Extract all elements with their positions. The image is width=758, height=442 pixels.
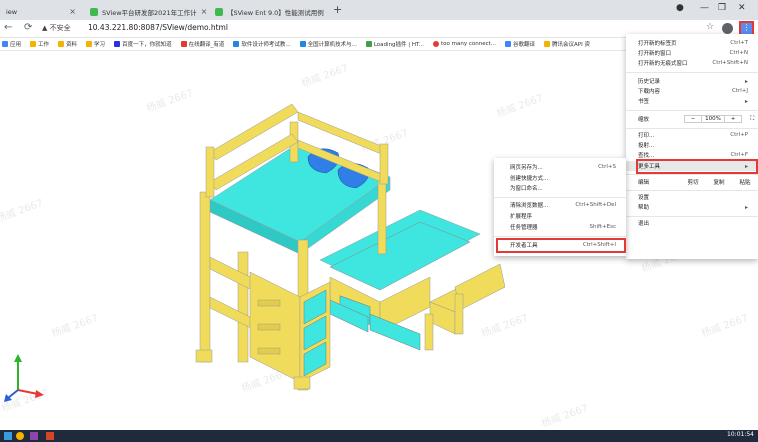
bookmark-item[interactable]: 学习	[86, 40, 105, 48]
address-bar[interactable]: 10.43.221.80:8087/SView/demo.html	[88, 23, 228, 32]
folder-icon	[86, 41, 93, 47]
zoom-out-button[interactable]: −	[684, 115, 702, 123]
submenu-item-task-manager[interactable]: 任务管理器 Shift+Esc	[494, 222, 626, 232]
profile-icon[interactable]: ●	[676, 3, 684, 13]
minimize-button[interactable]: —	[700, 3, 709, 13]
chevron-right-icon: ▸	[744, 203, 748, 211]
tab-label: SView平台研发部2021年工作计	[102, 8, 197, 17]
submenu-item-save-page[interactable]: 网页另存为... Ctrl+S	[494, 162, 626, 172]
c-icon	[432, 41, 439, 47]
menu-separator	[494, 236, 626, 237]
bookmark-item[interactable]: Loading插件 | HT...	[365, 40, 424, 48]
tab-label: iew	[6, 7, 18, 16]
translate-icon	[180, 41, 187, 47]
menu-separator	[626, 128, 758, 129]
menu-item-incognito[interactable]: 打开新的无痕式窗口 Ctrl+Shift+N	[626, 58, 758, 68]
tab-label: 【SView Ent 9.0】性能测试用例	[227, 8, 324, 17]
folder-icon	[58, 41, 65, 47]
restore-button[interactable]: ❐	[718, 3, 726, 13]
back-icon[interactable]: ←	[4, 22, 12, 33]
menu-separator	[626, 110, 758, 111]
avatar[interactable]	[722, 23, 733, 34]
bookmark-item[interactable]: 资料	[58, 40, 77, 48]
menu-separator	[494, 197, 626, 198]
menu-separator	[626, 190, 758, 191]
menu-separator	[626, 174, 758, 175]
axis-gizmo	[4, 354, 44, 402]
star-icon[interactable]: ☆	[706, 22, 714, 32]
translate-icon	[505, 41, 512, 47]
menu-item-help[interactable]: 帮助 ▸	[626, 202, 758, 212]
close-window-button[interactable]: ✕	[738, 3, 746, 13]
highlight-box	[496, 238, 626, 253]
cut-button[interactable]: 剪切	[680, 178, 706, 186]
folder-icon	[544, 41, 551, 47]
security-indicator[interactable]: ▲ 不安全	[42, 23, 71, 33]
browser-menu: 打开新的标签页 Ctrl+T 打开新的窗口 Ctrl+N 打开新的无痕式窗口 Ctrl…	[626, 34, 758, 259]
close-icon[interactable]: ×	[197, 7, 207, 16]
submenu-item-extensions[interactable]: 扩展程序	[494, 211, 626, 221]
document-icon	[215, 7, 223, 16]
submenu-item-name-window[interactable]: 为窗口命名...	[494, 183, 626, 193]
menu-item-bookmarks[interactable]: 书签 ▸	[626, 96, 758, 106]
menu-separator	[626, 72, 758, 73]
menu-separator	[626, 216, 758, 217]
menu-item-print[interactable]: 打印... Ctrl+P	[626, 130, 758, 140]
new-tab-button[interactable]: +	[333, 3, 342, 16]
apps-icon	[2, 41, 8, 47]
reload-icon[interactable]: ⟳	[24, 22, 32, 33]
highlight-box	[636, 159, 758, 174]
bookmark-item[interactable]: 全国计算机技术与...	[299, 40, 357, 48]
chevron-right-icon: ▸	[744, 77, 748, 85]
globe-icon	[233, 41, 240, 47]
more-tools-submenu: 网页另存为... Ctrl+S 创建快捷方式... 为窗口命名... 清除浏览数据…	[494, 158, 626, 256]
submenu-item-create-shortcut[interactable]: 创建快捷方式...	[494, 173, 626, 183]
edit-row: 编辑 剪切 复制 粘贴	[626, 177, 758, 187]
bookmark-item[interactable]: 工作	[30, 40, 49, 48]
folder-icon	[30, 41, 37, 47]
chrome-icon[interactable]	[16, 432, 24, 440]
tab-1[interactable]: SView平台研发部2021年工作计 ×	[84, 3, 207, 20]
globe-icon	[299, 41, 306, 47]
start-icon[interactable]	[4, 432, 12, 440]
menu-item-history[interactable]: 历史记录 ▸	[626, 76, 758, 86]
bookmark-item[interactable]: 应用	[2, 40, 21, 48]
fullscreen-icon[interactable]: ⛶	[750, 115, 754, 123]
bookmark-item[interactable]: 腾讯会议API 资	[544, 40, 590, 48]
close-icon[interactable]: ×	[324, 7, 329, 16]
taskbar-clock: 10:01:54	[727, 431, 754, 438]
zoom-row: 缩放 − 100% + ⛶	[638, 115, 755, 123]
paw-icon	[114, 41, 121, 47]
tab-2[interactable]: 【SView Ent 9.0】性能测试用例 ×	[209, 3, 329, 20]
bookmark-item[interactable]: 软件设计师考试教...	[233, 40, 291, 48]
bookmark-item[interactable]: 在线翻译_有道	[180, 40, 224, 48]
zoom-level: 100%	[702, 115, 724, 123]
bookmark-item[interactable]: 百度一下，你就知道	[114, 40, 172, 48]
submenu-item-clear-data[interactable]: 清除浏览数据... Ctrl+Shift+Del	[494, 200, 626, 210]
menu-item-settings[interactable]: 设置	[626, 192, 758, 202]
menu-item-new-tab[interactable]: 打开新的标签页 Ctrl+T	[626, 38, 758, 48]
zoom-in-button[interactable]: +	[724, 115, 742, 123]
copy-button[interactable]: 复制	[706, 178, 732, 186]
menu-item-downloads[interactable]: 下载内容 Ctrl+J	[626, 86, 758, 96]
globe-icon	[365, 41, 372, 47]
visual-studio-icon[interactable]	[30, 432, 38, 440]
taskbar: 10:01:54	[0, 430, 758, 442]
menu-item-new-window[interactable]: 打开新的窗口 Ctrl+N	[626, 48, 758, 58]
paste-button[interactable]: 粘贴	[732, 178, 758, 186]
tab-0[interactable]: iew ×	[0, 3, 82, 20]
document-icon	[90, 7, 98, 16]
bookmark-item[interactable]: too many connect...	[432, 41, 496, 47]
chevron-right-icon: ▸	[744, 97, 748, 105]
warning-icon: ▲	[42, 24, 48, 32]
tab-strip: iew × SView平台研发部2021年工作计 × 【SView Ent 9.…	[0, 0, 758, 20]
close-icon[interactable]: ×	[65, 7, 76, 16]
bookmark-item[interactable]: 谷歌翻译	[505, 40, 535, 48]
menu-item-exit[interactable]: 退出	[626, 218, 758, 228]
powerpoint-icon[interactable]	[46, 432, 54, 440]
menu-item-cast[interactable]: 投射...	[626, 140, 758, 150]
